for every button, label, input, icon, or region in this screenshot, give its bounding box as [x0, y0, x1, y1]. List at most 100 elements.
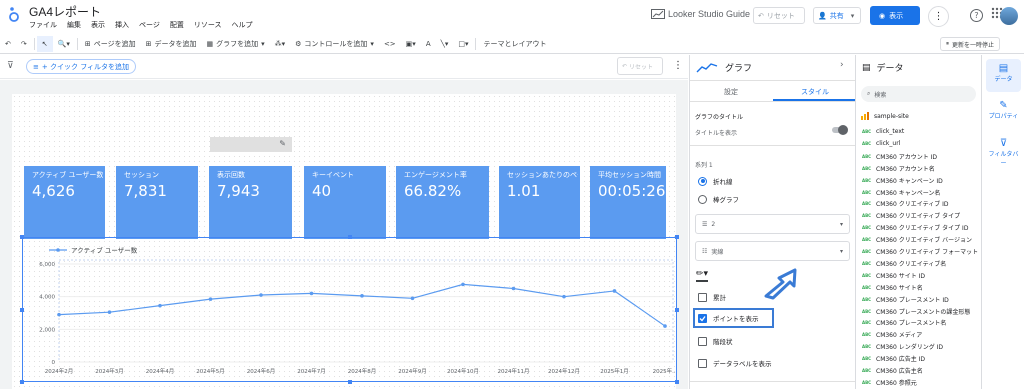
select-pointer-icon[interactable]: ↖	[36, 35, 53, 52]
field-item[interactable]: ABC CM360 クリエイティブ タイプ	[862, 211, 960, 220]
resize-handle[interactable]	[675, 235, 679, 239]
report-page[interactable]: ✎ アクティブ ユーザー数 4,626 セッション 7,831 表示回数 7,943 …	[12, 94, 679, 389]
field-item[interactable]: ABC CM360 クリエイティブ ID	[862, 199, 949, 208]
add-data-button[interactable]: ⊞ データを追加	[141, 39, 202, 49]
resize-handle[interactable]	[20, 235, 24, 239]
image-icon[interactable]: ▣▾	[401, 40, 421, 48]
data-source-item[interactable]: sample-site	[861, 112, 909, 120]
community-viz-icon[interactable]: ⁂▾	[270, 40, 291, 48]
field-item[interactable]: ABC CM360 アカウント ID	[862, 152, 937, 161]
scorecard[interactable]: 表示回数 7,943	[209, 166, 292, 239]
share-button[interactable]: 👤 共有 ▾	[813, 7, 861, 24]
menu-resource[interactable]: リソース	[194, 20, 222, 30]
line-chart-svg: 0 2,000 4,000 6,000 2024年2月 2024年3月 2024年4月 202…	[39, 246, 677, 376]
color-pencil-icon[interactable]: ✏▾	[696, 269, 708, 279]
line-radio[interactable]: 折れ線	[698, 176, 733, 186]
theme-layout-button[interactable]: テーマとレイアウト	[478, 39, 551, 49]
redo-icon[interactable]: ↷	[16, 40, 32, 48]
quick-filter-chip[interactable]: ≡ + クイック フィルタを追加	[26, 59, 137, 74]
add-chart-button[interactable]: ▦ グラフを追加 ▾	[201, 39, 269, 49]
field-item[interactable]: ABC click_text	[862, 128, 904, 135]
tab-setup[interactable]: 設定	[724, 87, 738, 97]
data-labels-checkbox[interactable]: データラベルを表示	[698, 358, 772, 368]
filter-icon[interactable]: ⊽	[7, 61, 14, 71]
field-item[interactable]: ABC click_url	[862, 140, 900, 147]
field-item[interactable]: ABC CM360 広告主名	[862, 366, 923, 375]
report-title[interactable]: GA4レポート	[29, 3, 101, 20]
scorecard[interactable]: アクティブ ユーザー数 4,626	[24, 166, 105, 239]
field-item[interactable]: ABC CM360 キャンペーン名	[862, 188, 940, 197]
menu-edit[interactable]: 編集	[67, 20, 81, 30]
field-item[interactable]: ABC CM360 クリエイティブ バージョン	[862, 235, 972, 244]
field-item[interactable]: ABC CM360 クリエイティブ フォーマット	[862, 247, 978, 256]
field-item[interactable]: ABC CM360 レンダリング ID	[862, 342, 943, 351]
pause-updates-button[interactable]: ⏸ 更新を一時停止	[940, 37, 1001, 51]
chevron-right-icon[interactable]: ›	[840, 60, 844, 70]
resize-handle[interactable]	[20, 308, 24, 312]
menu-help[interactable]: ヘルプ	[232, 20, 253, 30]
field-item[interactable]: ABC CM360 アカウント名	[862, 164, 935, 173]
edit-pencil-icon[interactable]: ✎	[279, 139, 286, 148]
resize-handle[interactable]	[348, 380, 352, 384]
more-vert-icon[interactable]: ⋮	[673, 60, 683, 71]
scorecard[interactable]: 平均セッション時間 00:05:26	[590, 166, 666, 239]
line-style-select[interactable]: ☷ 実線 ▾	[695, 241, 850, 261]
avatar[interactable]	[1000, 7, 1018, 25]
menu-page[interactable]: ページ	[139, 20, 160, 30]
menu-arrange[interactable]: 配置	[170, 20, 184, 30]
steps-checkbox[interactable]: 階段状	[698, 336, 733, 346]
field-item[interactable]: ABC CM360 サイト ID	[862, 271, 925, 280]
field-item[interactable]: ABC CM360 クリエイティブ名	[862, 259, 946, 268]
text-icon[interactable]: A	[421, 40, 436, 48]
more-vert-icon[interactable]: ⋮	[928, 6, 949, 27]
field-item[interactable]: ABC CM360 プレースメント名	[862, 318, 946, 327]
help-icon[interactable]: ?	[970, 9, 983, 22]
line-weight-select[interactable]: ☰ 2 ▾	[695, 214, 850, 234]
field-item[interactable]: ABC CM360 クリエイティブ タイプ ID	[862, 223, 968, 232]
data-point	[57, 312, 61, 317]
resize-handle[interactable]	[348, 235, 352, 239]
add-page-button[interactable]: ⊞ ページを追加	[80, 39, 141, 49]
filter-list-icon: ≡	[33, 62, 39, 71]
scorecard[interactable]: キーイベント 40	[304, 166, 386, 239]
properties-panel: グラフ › 設定 スタイル グラフのタイトル タイトルを表示 系列 1 折れ線 …	[689, 55, 856, 389]
menu-view[interactable]: 表示	[91, 20, 105, 30]
reset-button[interactable]: ↶ リセット	[753, 7, 805, 24]
undo-icon[interactable]: ↶	[0, 40, 16, 48]
filter-reset-button[interactable]: ↶ リセット	[617, 57, 663, 75]
scorecard[interactable]: エンゲージメント率 66.82%	[396, 166, 489, 239]
field-item[interactable]: ABC CM360 参照元	[862, 378, 917, 387]
rail-filter-bar-button[interactable]: ⊽ フィルタバー	[986, 138, 1021, 168]
bar-radio[interactable]: 棒グラフ	[698, 194, 739, 204]
data-point	[663, 324, 667, 328]
shape-icon[interactable]: □▾	[453, 40, 473, 48]
rail-properties-button[interactable]: ✎ プロパティ	[986, 100, 1021, 130]
code-embed-icon[interactable]: <>	[379, 40, 401, 48]
resize-handle[interactable]	[20, 380, 24, 384]
cumulative-checkbox[interactable]: 累計	[698, 292, 726, 302]
field-item[interactable]: ABC CM360 プレースメント ID	[862, 295, 949, 304]
menu-file[interactable]: ファイル	[29, 20, 57, 30]
series-line	[58, 283, 666, 327]
time-series-chart[interactable]: 0 2,000 4,000 6,000 2024年2月 2024年3月 2024年4月 202…	[20, 235, 679, 384]
rail-data-button[interactable]: ▤ データ	[986, 59, 1021, 92]
line-icon[interactable]: ╲▾	[436, 40, 454, 48]
show-title-toggle[interactable]	[832, 125, 848, 135]
resize-handle[interactable]	[675, 380, 679, 384]
field-search[interactable]: ⌕ 検索	[861, 86, 976, 102]
add-control-button[interactable]: ⚙ コントロールを追加 ▾	[290, 39, 379, 49]
zoom-icon[interactable]: 🔍▾	[53, 40, 75, 48]
scorecard[interactable]: セッション 7,831	[116, 166, 198, 239]
scorecard[interactable]: セッションあたりのページ1.01	[499, 166, 580, 239]
show-points-checkbox[interactable]: ポイントを表示	[693, 308, 774, 328]
menu-insert[interactable]: 挿入	[115, 20, 129, 30]
field-item[interactable]: ABC CM360 サイト名	[862, 283, 923, 292]
chart-type-selector[interactable]: グラフ	[696, 61, 752, 74]
field-item[interactable]: ABC CM360 キャンペーン ID	[862, 176, 943, 185]
field-item[interactable]: ABC CM360 メディア	[862, 330, 922, 339]
resize-handle[interactable]	[675, 308, 679, 312]
field-item[interactable]: ABC CM360 プレースメントの課金形態	[862, 307, 970, 316]
view-button[interactable]: ◉ 表示	[870, 6, 920, 25]
tab-style[interactable]: スタイル	[801, 87, 829, 97]
field-item[interactable]: ABC CM360 広告主 ID	[862, 354, 925, 363]
